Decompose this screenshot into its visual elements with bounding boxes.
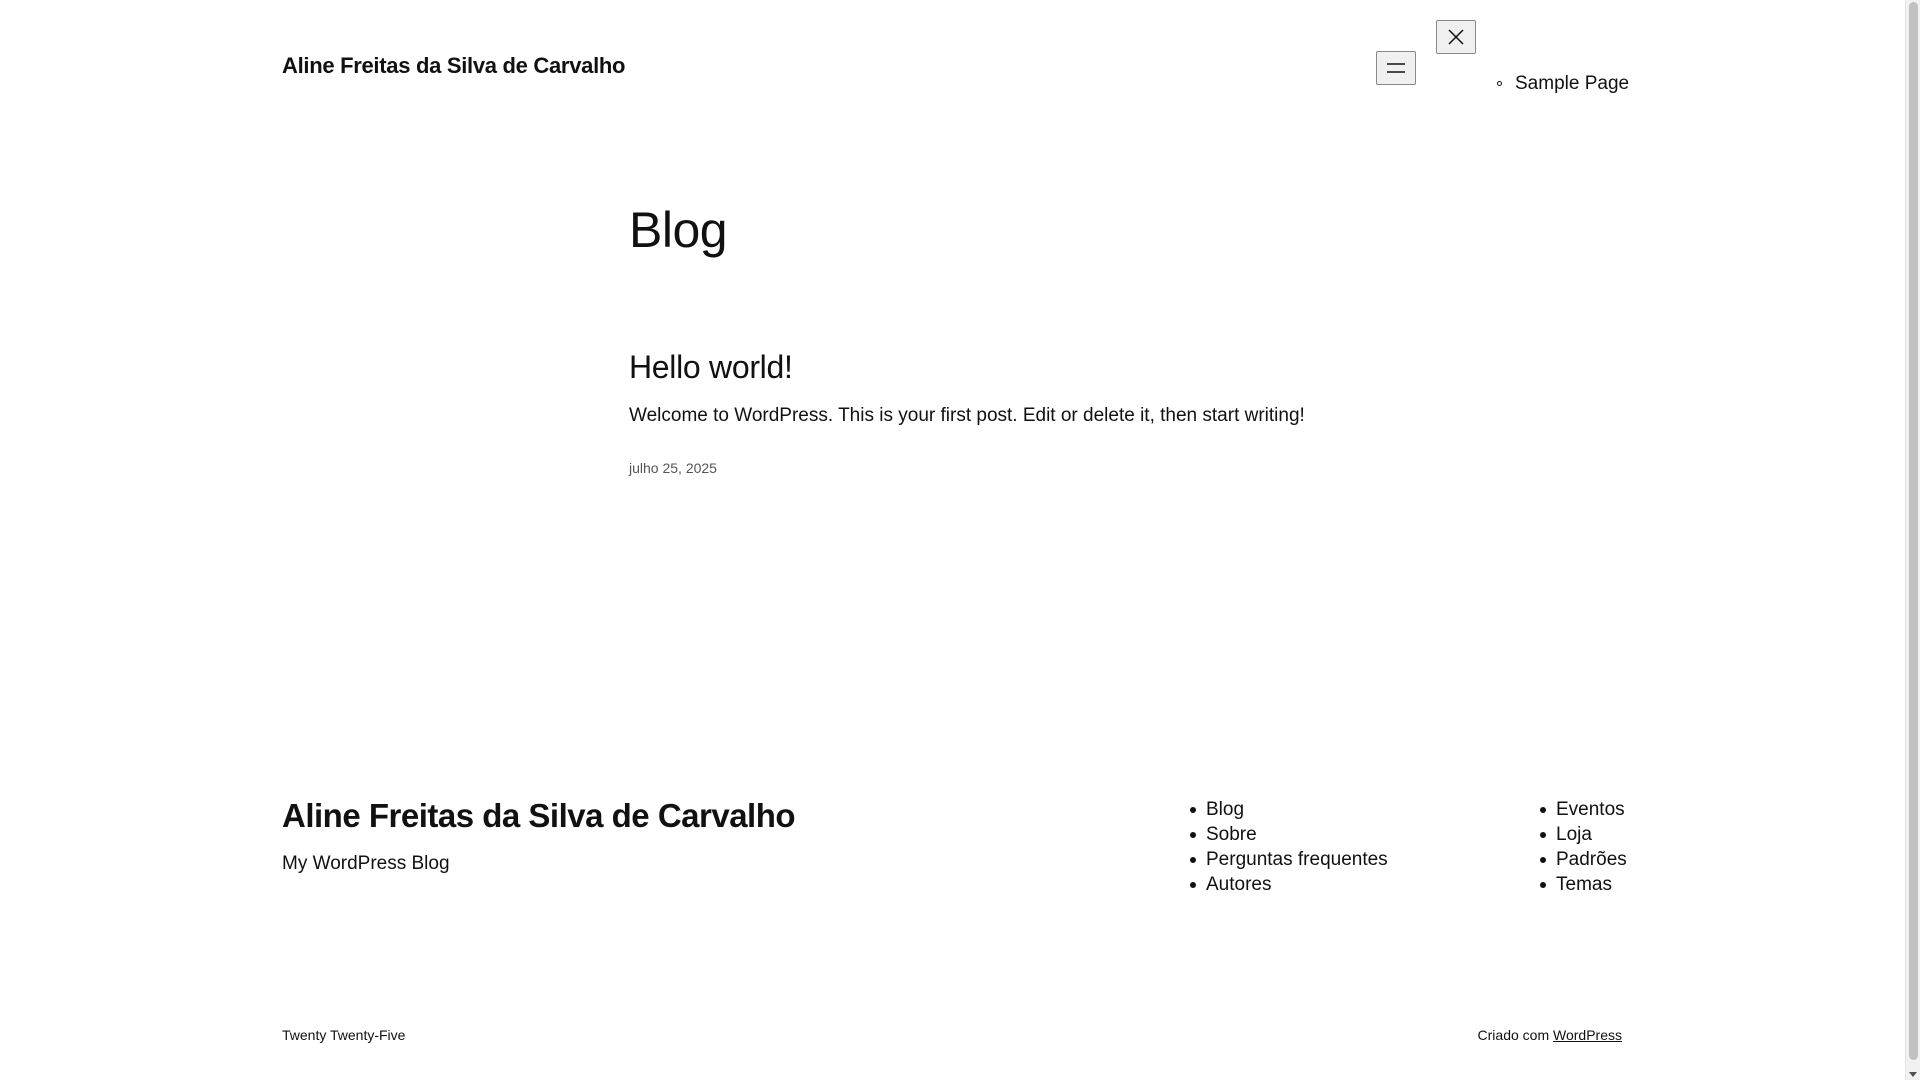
footer-nav-item-padroes[interactable]: Padrões xyxy=(1537,847,1627,872)
menu-open-button[interactable] xyxy=(1376,51,1416,85)
close-icon xyxy=(1448,29,1464,45)
footer-nav-item-temas[interactable]: Temas xyxy=(1537,872,1627,897)
footer-nav-item-blog[interactable]: Blog xyxy=(1187,797,1388,822)
footer-nav-item-loja[interactable]: Loja xyxy=(1537,822,1627,847)
hamburger-menu-icon xyxy=(1387,63,1405,73)
footer-site-title-link[interactable]: Aline Freitas da Silva de Carvalho xyxy=(282,796,796,836)
powered-by-prefix: Criado com xyxy=(1477,1027,1550,1043)
footer-tagline: My WordPress Blog xyxy=(282,853,450,874)
post-date[interactable]: julho 25, 2025 xyxy=(629,459,717,477)
nav-item-sample-page[interactable]: Sample Page xyxy=(1480,72,1629,96)
footer-nav-item-sobre[interactable]: Sobre xyxy=(1187,822,1388,847)
post-title-link[interactable]: Hello world! xyxy=(629,346,793,388)
menu-close-button[interactable] xyxy=(1436,20,1476,54)
page-title: Blog xyxy=(629,202,728,258)
footer-navigation-secondary: Eventos Loja Padrões Temas xyxy=(1537,797,1627,897)
footer-nav-item-autores[interactable]: Autores xyxy=(1187,872,1388,897)
theme-credit: Twenty Twenty-Five xyxy=(282,1027,406,1043)
scroll-down-arrow-icon[interactable] xyxy=(1909,1072,1917,1077)
site-title-link[interactable]: Aline Freitas da Silva de Carvalho xyxy=(282,52,625,80)
footer-nav-item-perguntas-frequentes[interactable]: Perguntas frequentes xyxy=(1187,847,1388,872)
powered-by-credit: Criado com WordPress xyxy=(1478,1026,1622,1044)
wordpress-link[interactable]: WordPress xyxy=(1553,1027,1622,1043)
header-navigation: Sample Page xyxy=(1480,72,1629,96)
vertical-scrollbar[interactable] xyxy=(1905,0,1920,1080)
footer-navigation-primary: Blog Sobre Perguntas frequentes Autores xyxy=(1187,797,1388,897)
footer-nav-item-eventos[interactable]: Eventos xyxy=(1537,797,1627,822)
scrollbar-thumb[interactable] xyxy=(1909,2,1918,1060)
post-excerpt: Welcome to WordPress. This is your first… xyxy=(629,405,1305,426)
